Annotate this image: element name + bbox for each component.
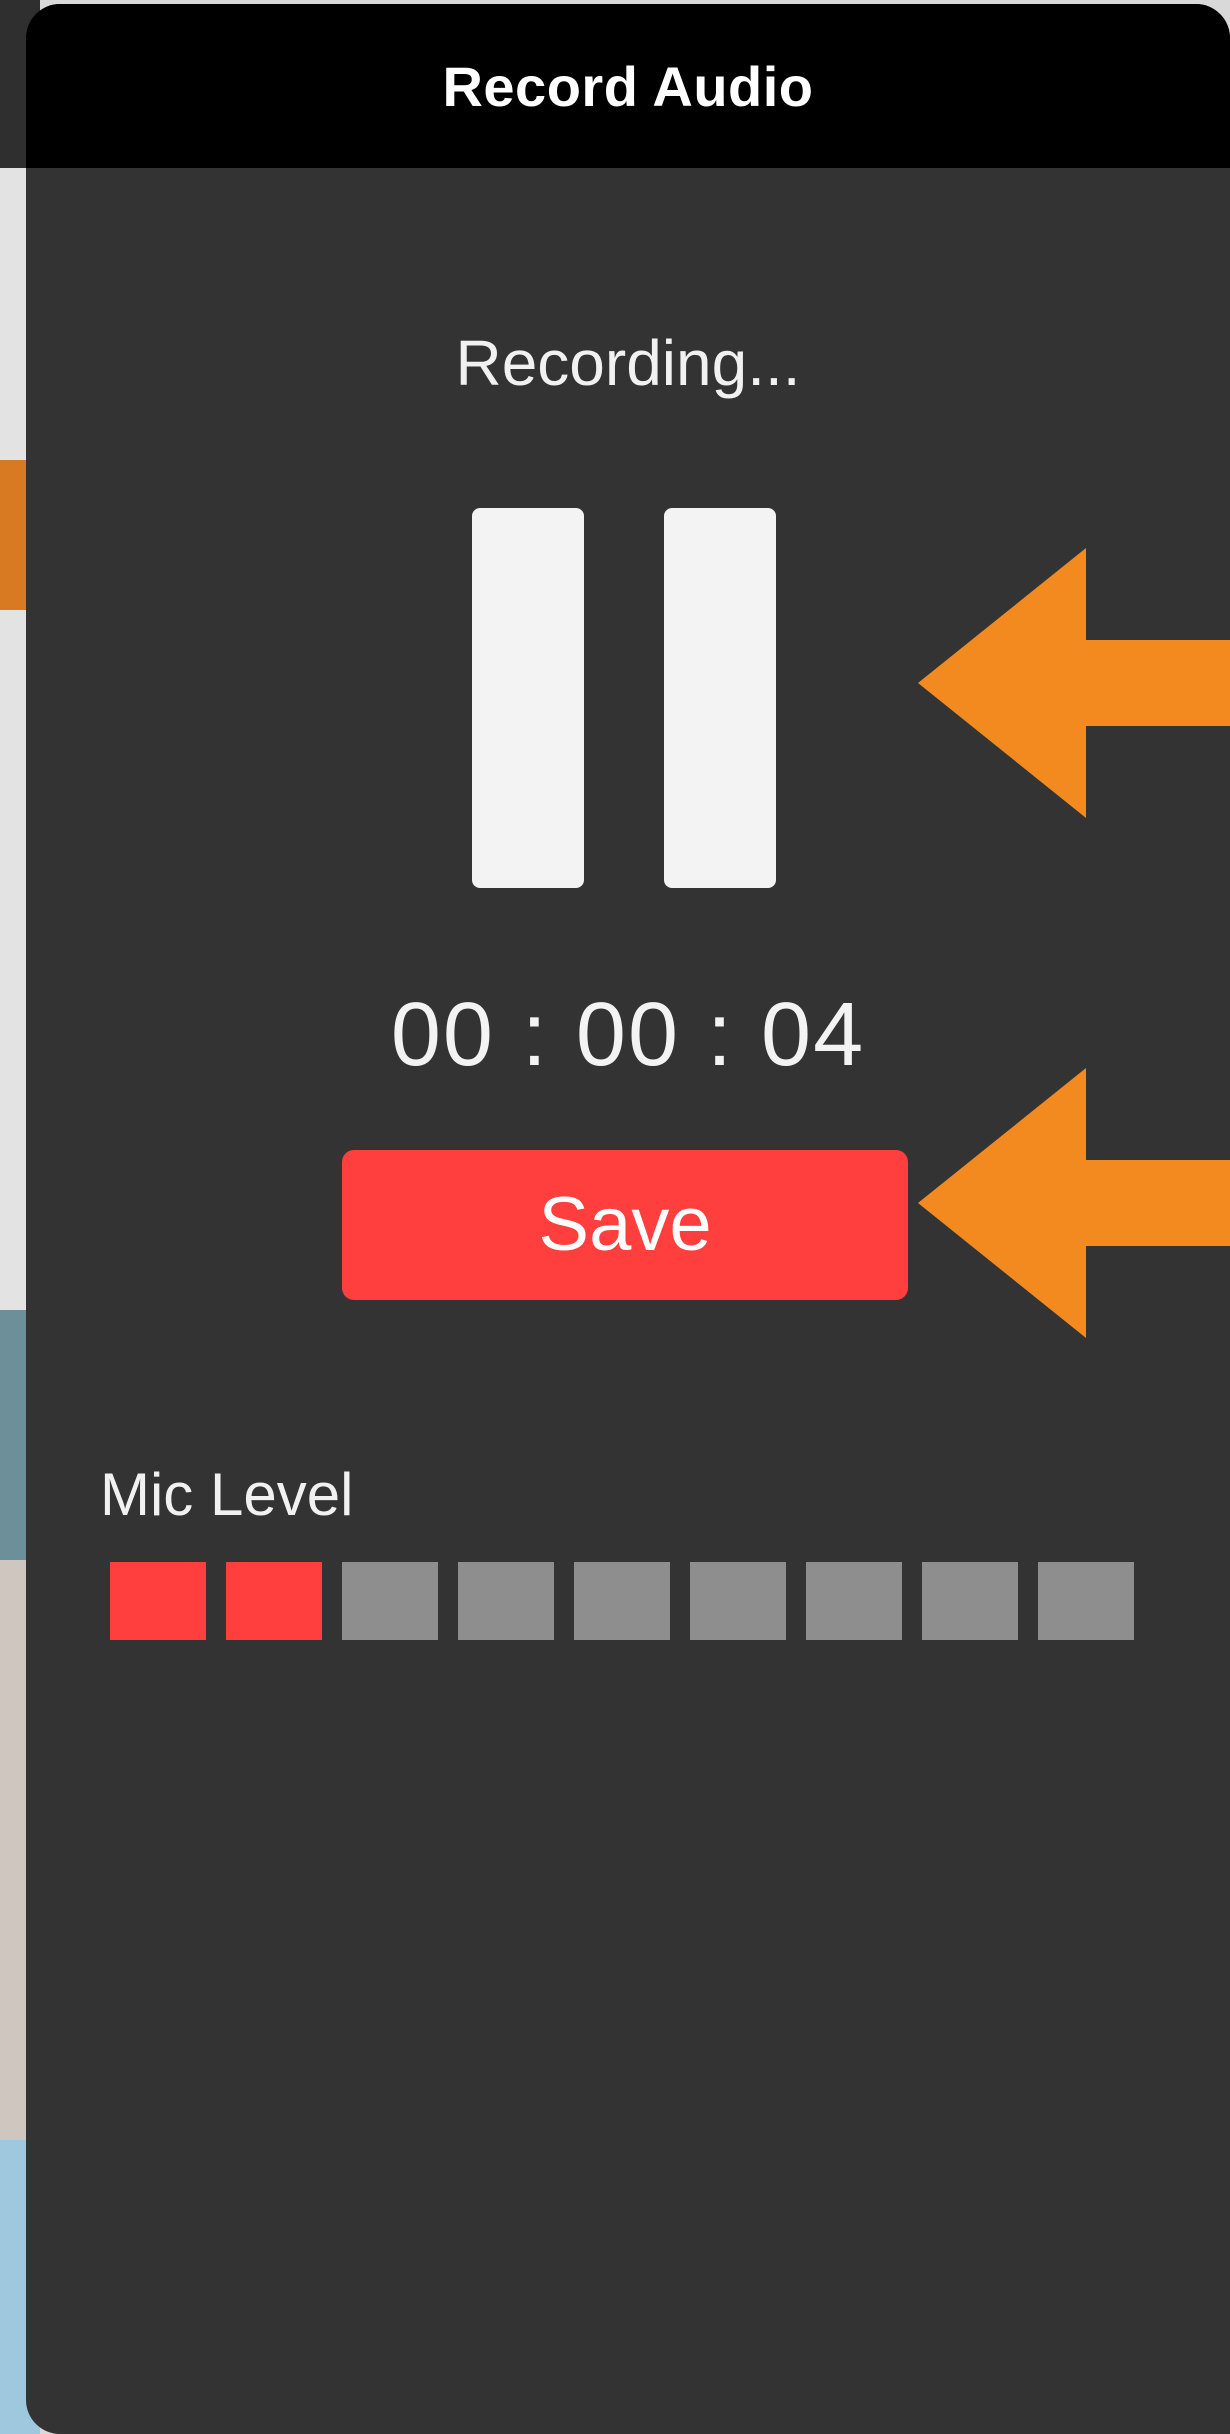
mic-level-segment bbox=[922, 1562, 1018, 1640]
mic-level-segment bbox=[110, 1562, 206, 1640]
mic-level-segment bbox=[806, 1562, 902, 1640]
pause-button[interactable] bbox=[472, 508, 806, 888]
left-arrow-icon bbox=[918, 1068, 1230, 1338]
mic-level-segment bbox=[574, 1562, 670, 1640]
mic-level-segment bbox=[690, 1562, 786, 1640]
recording-status: Recording... bbox=[455, 327, 801, 399]
left-arrow-icon bbox=[918, 548, 1230, 818]
mic-level-meter bbox=[110, 1562, 1160, 1642]
modal-title: Record Audio bbox=[442, 54, 814, 118]
pause-icon bbox=[472, 508, 584, 888]
mic-level-segment bbox=[1038, 1562, 1134, 1640]
pause-icon-bar bbox=[664, 508, 776, 888]
modal-header: Record Audio bbox=[26, 4, 1230, 168]
save-button[interactable]: Save bbox=[342, 1150, 908, 1300]
mic-level-label: Mic Level bbox=[100, 1461, 354, 1528]
mic-level-segment bbox=[226, 1562, 322, 1640]
mic-level-segment bbox=[458, 1562, 554, 1640]
mic-level-segment bbox=[342, 1562, 438, 1640]
